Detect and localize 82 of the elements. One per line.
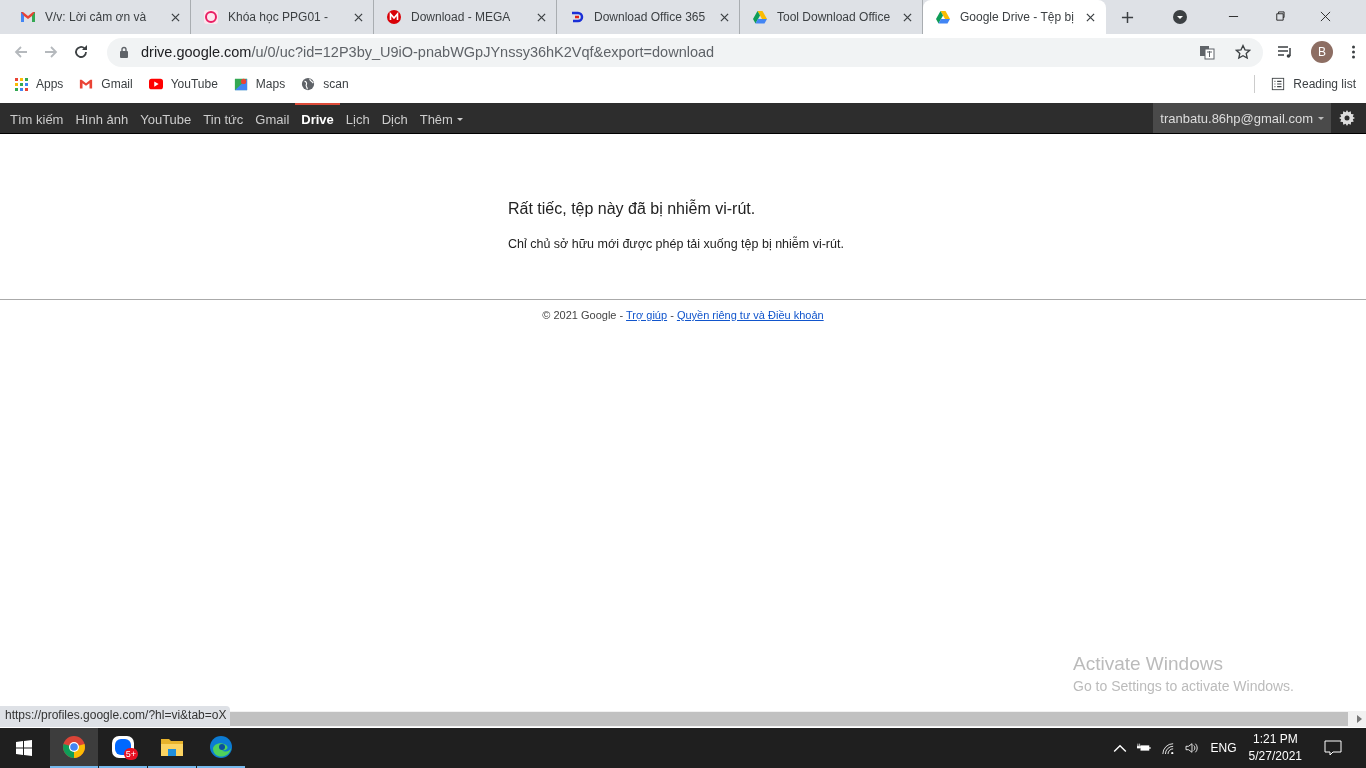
star-icon[interactable]	[1235, 44, 1251, 60]
grid-icon	[14, 76, 28, 91]
footer-link[interactable]: Quyền riêng tư và Điều khoản	[676, 309, 824, 321]
bookmark[interactable]: scan	[301, 76, 349, 91]
bookmark[interactable]: Gmail	[79, 76, 133, 91]
close-icon[interactable]	[537, 12, 546, 22]
notification-icon[interactable]	[1324, 740, 1342, 756]
triangle-logo-icon	[935, 9, 951, 25]
wifi-icon[interactable]	[1160, 742, 1175, 754]
close-icon[interactable]	[354, 12, 363, 22]
reload-icon[interactable]	[73, 44, 89, 60]
battery-icon[interactable]	[1136, 742, 1151, 754]
tab-search-icon[interactable]	[1172, 9, 1188, 25]
tab-title: Google Drive - Tệp bị	[960, 10, 1075, 24]
error-message: Chỉ chủ sở hữu mới được phép tải xuống tệp bị nhiễm vi-rút.	[508, 237, 845, 251]
error-heading: Rất tiếc, tệp này đã bị nhiễm vi-rút.	[508, 200, 757, 218]
globe-icon	[301, 76, 316, 91]
nav-link[interactable]: Gmail	[249, 103, 296, 133]
tab-title: Download Office 365	[594, 10, 707, 24]
activation-subtitle: Go to Settings to activate Windows.	[1073, 678, 1295, 694]
caret-icon	[1318, 116, 1324, 120]
close-icon[interactable]	[171, 12, 180, 22]
list-icon	[1271, 76, 1286, 91]
browser-tab[interactable]: Download Office 365	[557, 0, 740, 34]
nav-link[interactable]: Tin tức	[197, 103, 250, 133]
url-text: drive.google.com/u/0/uc?id=12P3by_U9iO-pnabWGpJYnssy36hK2Vqf&export=download	[141, 44, 715, 60]
footer-text: © 2021 Google - Trợ giúp - Quyền riêng tư và Điều khoản	[541, 309, 825, 321]
bookmark[interactable]: Maps	[233, 76, 286, 91]
m-circle-icon	[386, 9, 402, 25]
speaker-icon[interactable]	[1184, 742, 1199, 754]
scroll-right-icon[interactable]	[1356, 715, 1362, 723]
tab-title: Khóa học PPG01 -	[228, 10, 330, 24]
d-logo-icon	[569, 9, 585, 25]
bookmark[interactable]: Apps	[14, 76, 64, 91]
plus-icon[interactable]	[1121, 11, 1134, 24]
tab-title: Download - MEGA	[411, 10, 512, 24]
clock[interactable]: 1:21 PM 5/27/2021	[1248, 731, 1302, 765]
chat-bubble-icon	[111, 735, 135, 759]
scrollbar-thumb[interactable]	[230, 712, 1348, 726]
tab-title: Tool Download Office	[777, 10, 892, 24]
account-button[interactable]: tranbatu.86hp@gmail.com	[1153, 103, 1331, 133]
wave-logo-icon	[209, 735, 233, 759]
browser-tab[interactable]: V/v: Lời cảm ơn và	[8, 0, 191, 34]
nav-link[interactable]: Hình ảnh	[69, 103, 135, 133]
triangle-logo-icon	[752, 9, 768, 25]
profile-avatar[interactable]: B	[1311, 41, 1333, 63]
close-icon[interactable]	[1086, 12, 1095, 22]
nav-link[interactable]: Tìm kiếm	[4, 103, 70, 133]
menu-icon[interactable]	[1351, 44, 1356, 60]
settings-icon[interactable]	[1339, 110, 1355, 126]
taskbar-app[interactable]	[50, 728, 98, 768]
media-icon[interactable]	[1277, 44, 1293, 60]
reading-list-button[interactable]: Reading list	[1271, 76, 1356, 91]
browser-tab[interactable]: Khóa học PPG01 -	[191, 0, 374, 34]
circle-logo-icon	[62, 735, 86, 759]
nav-link[interactable]: Drive	[295, 103, 340, 133]
browser-tab[interactable]: Download - MEGA	[374, 0, 557, 34]
address-bar[interactable]: drive.google.com/u/0/uc?id=12P3by_U9iO-pnabWGpJYnssy36hK2Vqf&export=download	[107, 37, 1263, 67]
browser-tab[interactable]: Google Drive - Tệp bị	[923, 0, 1106, 34]
activation-title: Activate Windows	[1073, 653, 1224, 675]
restore-icon[interactable]	[1274, 11, 1285, 22]
tab-title: V/v: Lời cảm ơn và	[45, 10, 148, 24]
caret-icon	[456, 117, 463, 121]
footer-link[interactable]: Trợ giúp	[626, 309, 668, 321]
windows-start-icon[interactable]	[16, 740, 32, 756]
bookmark[interactable]: YouTube	[148, 76, 218, 91]
translate-icon[interactable]	[1199, 44, 1215, 60]
close-icon[interactable]	[720, 12, 729, 22]
language-indicator[interactable]: ENG	[1210, 741, 1237, 755]
status-url: https://profiles.google.com/?hl=vi&tab=oX	[0, 706, 231, 727]
nav-link[interactable]: Dịch	[375, 103, 414, 133]
chevron-up-icon[interactable]	[1112, 742, 1127, 754]
nav-link[interactable]: Lịch	[339, 103, 376, 133]
close-icon[interactable]	[903, 12, 912, 22]
close-icon[interactable]	[1320, 11, 1331, 22]
map-icon	[233, 76, 248, 91]
taskbar-app[interactable]: 5+	[99, 728, 147, 768]
mail-icon	[20, 9, 36, 25]
nav-link[interactable]: Thêm	[413, 103, 469, 133]
play-icon	[148, 76, 163, 91]
lock-icon	[119, 46, 129, 58]
nav-link[interactable]: YouTube	[134, 103, 198, 133]
